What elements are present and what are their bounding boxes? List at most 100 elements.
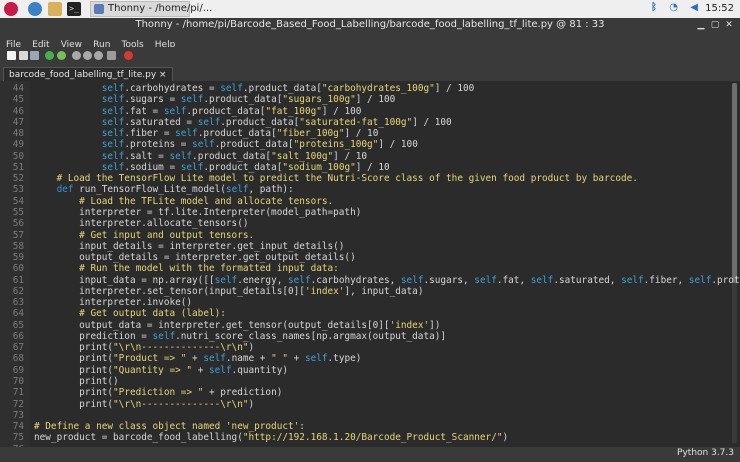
- run-icon[interactable]: [45, 51, 54, 60]
- code-line[interactable]: 59 output_details = interpreter.get_outp…: [0, 252, 356, 263]
- code-line[interactable]: 67 print("\r\n--------------\r\n"): [0, 342, 254, 353]
- code-line[interactable]: 44 self.carbohydrates = self.product_dat…: [0, 83, 475, 94]
- code-line[interactable]: 68 print("Product => " + self.name + " "…: [0, 353, 362, 364]
- code-text[interactable]: input_data = np.array([[self.energy, sel…: [24, 275, 740, 286]
- code-text[interactable]: self.sugars = self.product_data["sugars_…: [24, 94, 396, 105]
- code-text[interactable]: print("Product => " + self.name + " " + …: [24, 353, 361, 364]
- code-text[interactable]: print("Prediction => " + prediction): [24, 387, 282, 398]
- code-line[interactable]: 60 # Run the model with the formatted in…: [0, 263, 339, 274]
- code-text[interactable]: # Load the TensorFlow Lite model to pred…: [24, 173, 638, 184]
- code-text[interactable]: # Load the TFLite model and allocate ten…: [24, 196, 333, 207]
- code-line[interactable]: 69 print("Quantity => " + self.quantity): [0, 365, 288, 376]
- code-line[interactable]: 73: [0, 410, 34, 421]
- python-version[interactable]: Python 3.7.3: [677, 448, 734, 458]
- close-icon[interactable]: ✕: [724, 20, 734, 30]
- code-line[interactable]: 65 output_data = interpreter.get_tensor(…: [0, 320, 441, 331]
- code-line[interactable]: 74 # Define a new class object named 'new…: [0, 421, 305, 432]
- debug-icon[interactable]: [57, 51, 66, 60]
- code-line[interactable]: 57 # Get input and output tensors.: [0, 230, 254, 241]
- tab-barcode-food-labelling[interactable]: barcode_food_labelling_tf_lite.py ×: [3, 67, 173, 82]
- code-text[interactable]: # Get output data (label):: [24, 308, 226, 319]
- step-over-icon[interactable]: [72, 51, 81, 60]
- code-line[interactable]: 49 self.proteins = self.product_data["pr…: [0, 139, 418, 150]
- code-line[interactable]: 47 self.saturated = self.product_data["s…: [0, 117, 452, 128]
- line-number: 52: [12, 173, 24, 185]
- line-number: 64: [12, 308, 24, 320]
- line-number: 60: [12, 263, 24, 275]
- code-line[interactable]: 45 self.sugars = self.product_data["suga…: [0, 94, 396, 105]
- code-line[interactable]: 61 input_data = np.array([[self.energy, …: [0, 275, 740, 286]
- code-line[interactable]: 63 interpreter.invoke(): [0, 297, 192, 308]
- editor-tabs: barcode_food_labelling_tf_lite.py ×: [0, 66, 740, 82]
- code-text[interactable]: new_product = barcode_food_labelling("ht…: [24, 432, 508, 443]
- new-file-icon[interactable]: [7, 51, 16, 60]
- stop-icon[interactable]: [124, 51, 133, 60]
- code-line[interactable]: 75 new_product = barcode_food_labelling("…: [0, 432, 508, 443]
- code-text[interactable]: interpreter.set_tensor(input_details[0][…: [24, 286, 423, 297]
- wifi-icon[interactable]: ◔: [669, 2, 678, 16]
- scrollbar-thumb[interactable]: [732, 83, 737, 283]
- line-number: 47: [12, 116, 24, 128]
- code-line[interactable]: 52 # Load the TensorFlow Lite model to p…: [0, 173, 638, 184]
- code-text[interactable]: output_data = interpreter.get_tensor(out…: [24, 320, 440, 331]
- code-line[interactable]: 66 prediction = self.nutri_score_class_n…: [0, 331, 446, 342]
- code-text[interactable]: self.fat = self.product_data["fat_100g"]…: [24, 106, 362, 117]
- code-line[interactable]: 72 print("\r\n--------------\r\n"): [0, 399, 254, 410]
- save-file-icon[interactable]: [30, 51, 39, 60]
- volume-icon[interactable]: ◀: [690, 2, 698, 16]
- code-line[interactable]: 50 self.salt = self.product_data["salt_1…: [0, 151, 367, 162]
- bluetooth-icon[interactable]: ᛒ: [651, 2, 657, 16]
- code-text[interactable]: interpreter = tf.lite.Interpreter(model_…: [24, 207, 361, 218]
- code-line[interactable]: 56 interpreter.allocate_tensors(): [0, 218, 249, 229]
- web-browser-icon[interactable]: [28, 2, 42, 16]
- vertical-scrollbar[interactable]: [732, 83, 737, 443]
- code-line[interactable]: 51 self.sodium = self.product_data["sodi…: [0, 162, 390, 173]
- code-line[interactable]: 55 interpreter = tf.lite.Interpreter(mod…: [0, 207, 362, 218]
- code-text[interactable]: interpreter.allocate_tensors(): [24, 218, 248, 229]
- thonny-app-icon: [94, 4, 104, 14]
- line-number: 73: [12, 409, 24, 421]
- code-text[interactable]: self.salt = self.product_data["salt_100g…: [24, 151, 367, 162]
- code-line[interactable]: 46 self.fat = self.product_data["fat_100…: [0, 105, 362, 117]
- code-text[interactable]: # Define a new class object named 'new_p…: [24, 421, 305, 432]
- terminal-icon[interactable]: >_: [67, 2, 81, 16]
- file-manager-icon[interactable]: [48, 2, 62, 16]
- code-editor[interactable]: 44 self.carbohydrates = self.product_dat…: [0, 81, 740, 447]
- step-into-icon[interactable]: [83, 51, 92, 60]
- code-text[interactable]: output_details = interpreter.get_output_…: [24, 252, 356, 263]
- code-line[interactable]: 53 def run_TensorFlow_Lite_model(self, p…: [0, 184, 294, 195]
- resume-icon[interactable]: [107, 51, 116, 60]
- code-text[interactable]: prediction = self.nutri_score_class_name…: [24, 331, 446, 342]
- code-text[interactable]: input_details = interpreter.get_input_de…: [24, 241, 344, 252]
- clock[interactable]: 15:52: [705, 3, 734, 17]
- maximize-icon[interactable]: ▢: [710, 20, 720, 30]
- code-text[interactable]: # Get input and output tensors.: [24, 230, 254, 241]
- code-line[interactable]: 71 print("Prediction => " + prediction): [0, 387, 283, 398]
- taskbar: >_ Thonny - /home/pi/... ᛒ ◔ ◀ 15:52: [0, 0, 740, 19]
- code-text[interactable]: self.fiber = self.product_data["fiber_10…: [24, 128, 379, 139]
- code-text[interactable]: self.carbohydrates = self.product_data["…: [24, 83, 475, 94]
- code-line[interactable]: 58 input_details = interpreter.get_input…: [0, 241, 345, 252]
- code-text[interactable]: self.sodium = self.product_data["sodium_…: [24, 162, 390, 173]
- code-line[interactable]: 70 print(): [0, 376, 119, 387]
- code-text[interactable]: # Run the model with the formatted input…: [24, 263, 339, 274]
- raspberry-pi-menu-icon[interactable]: [4, 2, 18, 16]
- taskbar-task-thonny[interactable]: Thonny - /home/pi/...: [90, 1, 212, 17]
- code-text[interactable]: self.saturated = self.product_data["satu…: [24, 117, 452, 128]
- toolbar: [0, 47, 740, 66]
- step-out-icon[interactable]: [94, 51, 103, 60]
- open-file-icon[interactable]: [19, 51, 28, 60]
- code-text[interactable]: def run_TensorFlow_Lite_model(self, path…: [24, 184, 294, 195]
- code-line[interactable]: 48 self.fiber = self.product_data["fiber…: [0, 128, 379, 139]
- line-number: 46: [12, 105, 24, 117]
- code-text[interactable]: print("Quantity => " + self.quantity): [24, 365, 288, 376]
- code-text[interactable]: print("\r\n--------------\r\n"): [24, 399, 254, 410]
- code-line[interactable]: 62 interpreter.set_tensor(input_details[…: [0, 286, 424, 297]
- code-text[interactable]: print(): [24, 376, 119, 387]
- code-text[interactable]: print("\r\n--------------\r\n"): [24, 342, 254, 353]
- code-text[interactable]: interpreter.invoke(): [24, 297, 192, 308]
- code-line[interactable]: 64 # Get output data (label):: [0, 308, 226, 319]
- minimize-icon[interactable]: ▁: [696, 20, 706, 30]
- code-text[interactable]: self.proteins = self.product_data["prote…: [24, 139, 418, 150]
- code-line[interactable]: 54 # Load the TFLite model and allocate …: [0, 196, 333, 207]
